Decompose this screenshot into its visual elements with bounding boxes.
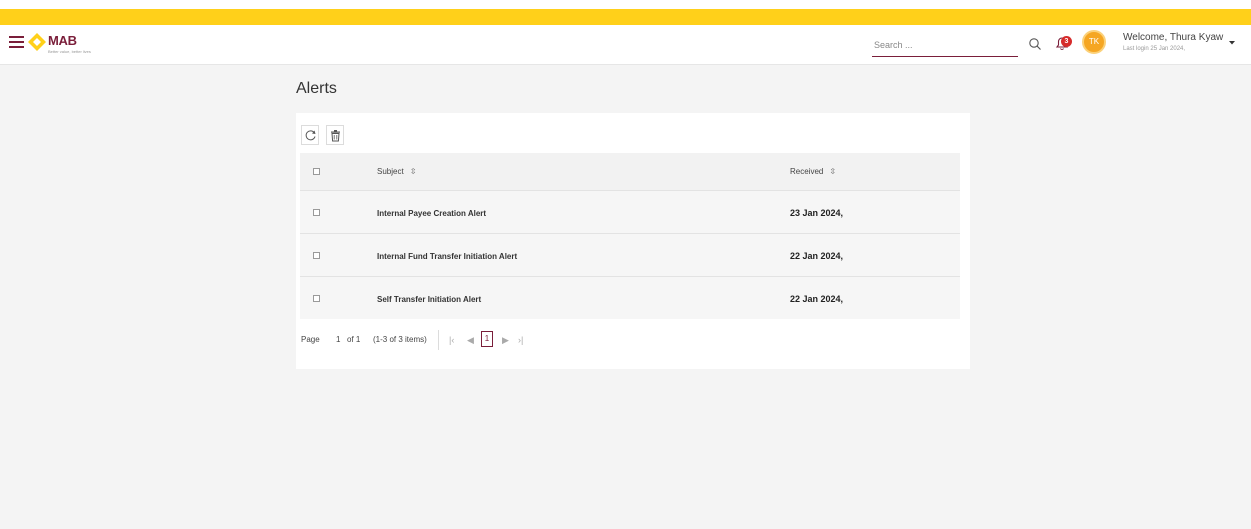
page-label: Page bbox=[301, 335, 320, 344]
alert-received-date: 23 Jan 2024, bbox=[790, 208, 844, 218]
received-column-header[interactable]: Received ⇳ bbox=[790, 167, 836, 176]
prev-page-icon[interactable]: ◀ bbox=[467, 335, 474, 346]
notification-count-badge[interactable]: 3 bbox=[1061, 36, 1072, 47]
alert-subject[interactable]: Self Transfer Initiation Alert bbox=[377, 295, 481, 304]
search-box bbox=[872, 33, 1047, 57]
sort-icon[interactable]: ⇳ bbox=[829, 167, 836, 176]
items-range: (1-3 of 3 items) bbox=[373, 335, 427, 344]
alerts-card: Subject ⇳ Received ⇳ Internal Payee Creati… bbox=[296, 113, 970, 369]
hamburger-icon[interactable] bbox=[9, 35, 25, 49]
welcome-text: Welcome, Thura Kyaw bbox=[1123, 32, 1224, 43]
sort-icon[interactable]: ⇳ bbox=[410, 167, 417, 176]
row-checkbox[interactable] bbox=[313, 252, 320, 259]
current-page-button[interactable]: 1 bbox=[481, 331, 493, 347]
caret-down-icon[interactable] bbox=[1227, 37, 1237, 47]
alert-received-date: 22 Jan 2024, bbox=[790, 251, 844, 261]
last-page-icon[interactable]: ›| bbox=[518, 335, 523, 345]
pagination: Page 1 of 1 (1-3 of 3 items) |‹ ◀ 1 ▶ ›| bbox=[301, 330, 601, 350]
received-header-label: Received bbox=[790, 167, 824, 176]
refresh-button[interactable] bbox=[301, 125, 319, 145]
alert-subject[interactable]: Internal Payee Creation Alert bbox=[377, 209, 486, 218]
logo-text[interactable]: MAB bbox=[48, 33, 77, 48]
first-page-icon[interactable]: |‹ bbox=[449, 335, 454, 345]
table-row[interactable]: Internal Payee Creation Alert 23 Jan 202… bbox=[300, 190, 960, 233]
page-number[interactable]: 1 bbox=[336, 335, 340, 344]
refresh-icon bbox=[305, 130, 316, 141]
diamond-logo-icon bbox=[28, 33, 46, 51]
next-page-icon[interactable]: ▶ bbox=[502, 335, 509, 346]
select-all-checkbox[interactable] bbox=[313, 168, 320, 175]
logo-tagline: Better value, better lives bbox=[48, 49, 91, 54]
row-checkbox[interactable] bbox=[313, 295, 320, 302]
table-row[interactable]: Internal Fund Transfer Initiation Alert … bbox=[300, 233, 960, 276]
search-icon[interactable] bbox=[1028, 37, 1042, 51]
pager-divider bbox=[438, 330, 439, 350]
page-title: Alerts bbox=[296, 80, 337, 97]
last-login-text: Last login 25 Jan 2024, bbox=[1123, 46, 1186, 52]
table-row[interactable]: Self Transfer Initiation Alert 22 Jan 20… bbox=[300, 276, 960, 319]
alert-received-date: 22 Jan 2024, bbox=[790, 294, 844, 304]
table-header: Subject ⇳ Received ⇳ bbox=[300, 153, 960, 190]
alert-subject[interactable]: Internal Fund Transfer Initiation Alert bbox=[377, 252, 517, 261]
avatar[interactable]: TK bbox=[1082, 30, 1106, 54]
trash-icon bbox=[331, 130, 340, 142]
top-strip bbox=[0, 0, 1251, 9]
subject-header-label: Subject bbox=[377, 167, 404, 176]
subject-column-header[interactable]: Subject ⇳ bbox=[377, 167, 416, 176]
delete-button[interactable] bbox=[326, 125, 344, 145]
brand-accent-bar bbox=[0, 9, 1251, 25]
app-header: MAB Better value, better lives 3 TK Welc… bbox=[0, 25, 1251, 65]
page-total: of 1 bbox=[347, 335, 361, 344]
row-checkbox[interactable] bbox=[313, 209, 320, 216]
search-input[interactable] bbox=[872, 33, 1018, 57]
alerts-table: Subject ⇳ Received ⇳ Internal Payee Creati… bbox=[300, 153, 960, 319]
